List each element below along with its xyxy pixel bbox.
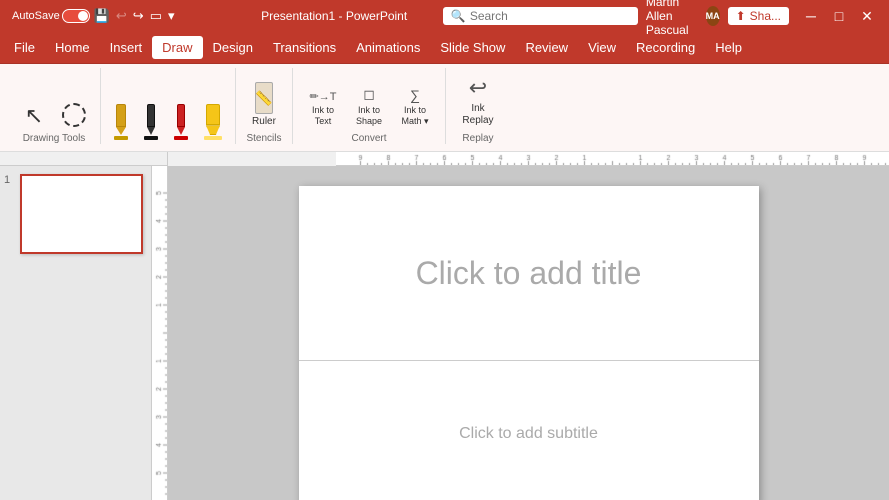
highlighter-btn[interactable] xyxy=(199,102,227,142)
slide-number: 1 xyxy=(4,174,16,186)
autosave-label: AutoSave xyxy=(12,10,60,22)
menu-recording[interactable]: Recording xyxy=(626,36,705,59)
ink-to-shape-icon: ◻ xyxy=(363,86,375,103)
subtitle-placeholder[interactable]: Click to add subtitle xyxy=(299,361,759,500)
v-ruler-canvas xyxy=(152,166,168,500)
menu-animations[interactable]: Animations xyxy=(346,36,430,59)
menu-home[interactable]: Home xyxy=(45,36,100,59)
title-bar-left: AutoSave 💾 ↩ ↪ ▭ ▾ xyxy=(8,3,225,29)
ink-replay-icon: ↩ xyxy=(469,75,487,101)
slide-thumbnail[interactable] xyxy=(20,174,143,254)
ruler-horizontal xyxy=(336,152,889,166)
ink-to-text-btn[interactable]: ✏→T Ink toText xyxy=(301,88,345,129)
menu-review[interactable]: Review xyxy=(515,36,578,59)
quick-access-toolbar: AutoSave 💾 ↩ ↪ ▭ ▾ xyxy=(8,3,181,29)
customize-quick-access[interactable]: ▾ xyxy=(166,7,177,25)
ink-to-math-label: Ink toMath ▾ xyxy=(401,105,428,127)
replay-label: Replay xyxy=(462,133,493,144)
redo-button[interactable]: ↪ xyxy=(131,7,146,25)
title-placeholder[interactable]: Click to add title xyxy=(299,186,759,361)
ink-to-shape-label: Ink toShape xyxy=(356,105,382,127)
ribbon-group-convert: ✏→T Ink toText ◻ Ink toShape ∑ Ink toMat… xyxy=(293,68,446,144)
h-ruler-canvas xyxy=(336,152,889,166)
ribbon-group-stencils: 📏 Ruler Stencils xyxy=(236,68,293,144)
menu-file[interactable]: File xyxy=(4,36,45,59)
menu-help[interactable]: Help xyxy=(705,36,752,59)
drawing-tools-label: Drawing Tools xyxy=(23,133,86,144)
ink-replay-btn[interactable]: ↩ InkReplay xyxy=(454,73,502,129)
title-bar-center: Presentation1 - PowerPoint xyxy=(225,9,442,23)
ruler-btn[interactable]: 📏 Ruler xyxy=(244,80,284,129)
black-pen-btn[interactable] xyxy=(139,102,163,142)
minimize-button[interactable]: ─ xyxy=(797,0,825,32)
autosave-toggle[interactable] xyxy=(62,9,90,23)
ribbon-groups: ↖ Drawing Tools xyxy=(8,68,881,144)
ink-to-text-label: Ink toText xyxy=(312,105,334,127)
ink-to-text-icon: ✏→T xyxy=(310,90,337,103)
stencils-label: Stencils xyxy=(246,133,281,144)
ink-to-math-icon: ∑ xyxy=(410,87,420,103)
slide-panel[interactable]: 1 xyxy=(0,166,168,500)
pens-content xyxy=(109,68,227,144)
convert-label: Convert xyxy=(351,133,386,144)
lasso-icon xyxy=(62,103,86,127)
title-placeholder-text: Click to add title xyxy=(416,255,642,292)
close-button[interactable]: ✕ xyxy=(853,0,881,32)
share-button[interactable]: ⬆ Sha... xyxy=(728,7,789,25)
ruler-label: Ruler xyxy=(252,116,276,127)
ruler-vertical xyxy=(151,166,167,500)
present-button[interactable]: ▭ xyxy=(148,7,164,25)
user-area: Martin Allen Pascual MA xyxy=(646,0,720,37)
ink-to-shape-btn[interactable]: ◻ Ink toShape xyxy=(347,84,391,129)
slide-thumb-container: 1 xyxy=(4,174,143,254)
ink-to-math-btn[interactable]: ∑ Ink toMath ▾ xyxy=(393,85,437,129)
window-controls: ─ □ ✕ xyxy=(797,0,881,32)
convert-content: ✏→T Ink toText ◻ Ink toShape ∑ Ink toMat… xyxy=(301,68,437,131)
ribbon-group-replay: ↩ InkReplay Replay xyxy=(446,68,510,144)
title-bar: AutoSave 💾 ↩ ↪ ▭ ▾ Presentation1 - Power… xyxy=(0,0,889,32)
doc-title: Presentation1 - PowerPoint xyxy=(261,9,407,23)
ruler-icon: 📏 xyxy=(255,82,273,114)
slide-canvas: Click to add title Click to add subtitle xyxy=(299,186,759,500)
user-name: Martin Allen Pascual xyxy=(646,0,700,37)
save-button[interactable]: 💾 xyxy=(92,7,112,25)
menu-design[interactable]: Design xyxy=(203,36,263,59)
subtitle-placeholder-text: Click to add subtitle xyxy=(459,425,598,443)
menu-insert[interactable]: Insert xyxy=(100,36,153,59)
ribbon: ↖ Drawing Tools xyxy=(0,64,889,152)
share-icon: ⬆ xyxy=(736,9,746,23)
menu-view[interactable]: View xyxy=(578,36,626,59)
canvas-area: Click to add title Click to add subtitle xyxy=(168,166,889,500)
ribbon-group-drawing-tools: ↖ Drawing Tools xyxy=(8,68,101,144)
pencil-tool-btn[interactable] xyxy=(109,102,133,142)
lasso-tool-btn[interactable] xyxy=(56,101,92,129)
drawing-tools-content: ↖ xyxy=(16,68,92,131)
search-input[interactable] xyxy=(470,9,630,23)
menu-draw[interactable]: Draw xyxy=(152,36,202,59)
menu-slideshow[interactable]: Slide Show xyxy=(430,36,515,59)
select-icon: ↖ xyxy=(25,105,43,127)
stencils-content: 📏 Ruler xyxy=(244,68,284,131)
replay-content: ↩ InkReplay xyxy=(454,68,502,131)
search-bar[interactable]: 🔍 xyxy=(443,7,638,25)
ruler-corner xyxy=(0,152,168,166)
ribbon-group-pens xyxy=(101,68,236,144)
menu-transitions[interactable]: Transitions xyxy=(263,36,346,59)
maximize-button[interactable]: □ xyxy=(825,0,853,32)
search-icon: 🔍 xyxy=(451,9,466,23)
ink-replay-label: InkReplay xyxy=(462,103,493,127)
select-tool-btn[interactable]: ↖ xyxy=(16,103,52,129)
title-bar-right: 🔍 Martin Allen Pascual MA ⬆ Sha... ─ □ ✕ xyxy=(443,0,881,37)
red-pen-btn[interactable] xyxy=(169,102,193,142)
avatar: MA xyxy=(706,6,720,26)
share-label: Sha... xyxy=(750,9,781,23)
undo-button[interactable]: ↩ xyxy=(114,7,129,25)
main-area: 1 Click to add title Click to add subtit… xyxy=(0,166,889,500)
